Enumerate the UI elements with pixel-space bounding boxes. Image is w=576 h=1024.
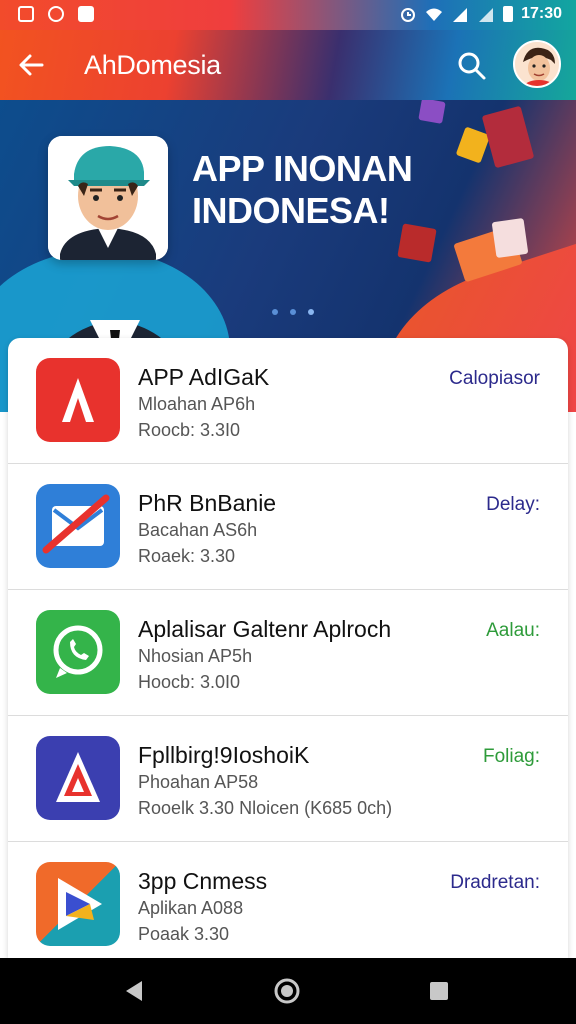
search-icon — [458, 52, 486, 80]
carousel-dot-active[interactable] — [308, 309, 314, 315]
carousel-dot[interactable] — [290, 309, 296, 315]
list-item[interactable]: Fpllbirg!9IoshoiK Phoahan AP58 Rooelk 3.… — [8, 716, 568, 842]
avatar-face-icon — [515, 42, 559, 86]
list-item[interactable]: APP AdIGaK Mloahan AP6h Roocb: 3.3I0 Cal… — [8, 338, 568, 464]
back-button[interactable] — [14, 47, 50, 83]
adobe-a-icon — [62, 378, 94, 422]
card-decoration — [491, 217, 529, 259]
wifi-icon — [426, 8, 443, 21]
app-version: Rooelk 3.30 Nloicen (K685 0ch) — [138, 798, 393, 818]
alarm-icon — [401, 8, 416, 22]
system-nav-bar — [0, 958, 576, 1024]
recents-square-icon — [430, 982, 448, 1000]
app-title: AhDomesia — [84, 50, 221, 80]
app-name: Fpllbirg!9IoshoiK — [138, 742, 310, 768]
notification-icons — [18, 6, 94, 22]
carousel-indicator[interactable] — [272, 309, 314, 315]
app-subtitle: Nhosian AP5h — [138, 646, 253, 666]
signal-icon — [479, 8, 494, 22]
app-list: APP AdIGaK Mloahan AP6h Roocb: 3.3I0 Cal… — [8, 338, 568, 958]
clock: 17:30 — [521, 5, 562, 22]
photo-icon — [18, 6, 34, 22]
status-bar: 17:30 — [0, 0, 576, 30]
video-icon — [78, 6, 94, 22]
list-item[interactable]: Aplalisar Galtenr Aplroch Nhosian AP5h H… — [8, 590, 568, 716]
banner-character-logo — [48, 136, 168, 260]
app-icon — [36, 484, 120, 568]
app-icon — [36, 358, 120, 442]
chat-icon — [48, 6, 64, 22]
list-item[interactable]: PhR BnBanie Bacahan AS6h Roaek: 3.30 Del… — [8, 464, 568, 590]
mail-icon — [42, 494, 110, 554]
a-logo-icon — [56, 752, 100, 802]
app-bar: AhDomesia — [0, 30, 576, 100]
app-version: Roocb: 3.3I0 — [138, 420, 241, 440]
app-subtitle: Bacahan AS6h — [138, 520, 258, 540]
banner-headline: APP INONAN INDONESA! — [192, 148, 413, 231]
nav-recents-button[interactable] — [424, 976, 454, 1006]
app-status[interactable]: Dradretan: — [450, 872, 540, 894]
app-status[interactable]: Foliag: — [483, 746, 540, 768]
app-subtitle: Aplikan A088 — [138, 898, 244, 918]
nav-home-button[interactable] — [272, 976, 302, 1006]
app-name: PhR BnBanie — [138, 490, 277, 516]
signal-icon — [453, 8, 468, 22]
carousel-dot[interactable] — [272, 309, 278, 315]
card-decoration — [397, 223, 437, 263]
app-subtitle: Phoahan AP58 — [138, 772, 259, 792]
list-item[interactable]: 3pp Cnmess Aplikan A088 Poaak 3.30 Dradr… — [8, 842, 568, 958]
play-store-icon — [58, 878, 102, 930]
home-circle-icon — [274, 978, 300, 1004]
app-version: Hoocb: 3.0I0 — [138, 672, 241, 692]
nav-back-button[interactable] — [120, 976, 150, 1006]
character-face-icon — [48, 136, 168, 260]
back-arrow-icon — [19, 54, 44, 76]
book-decoration — [481, 105, 535, 169]
system-icons: 17:30 — [399, 5, 562, 23]
app-name: Aplalisar Galtenr Aplroch — [138, 616, 392, 642]
app-icon — [36, 862, 120, 946]
whatsapp-icon — [53, 625, 103, 678]
battery-icon — [503, 6, 514, 22]
app-status[interactable]: Calopiasor — [449, 368, 540, 390]
app-icon — [36, 610, 120, 694]
app-status[interactable]: Aalau: — [486, 620, 540, 642]
app-subtitle: Mloahan AP6h — [138, 394, 256, 414]
app-name: 3pp Cnmess — [138, 868, 268, 894]
app-status[interactable]: Delay: — [486, 494, 540, 516]
search-button[interactable] — [454, 48, 490, 84]
app-icon — [36, 736, 120, 820]
app-version: Roaek: 3.30 — [138, 546, 236, 566]
back-triangle-icon — [126, 981, 142, 1001]
book-decoration — [418, 100, 446, 124]
app-version: Poaak 3.30 — [138, 924, 230, 944]
user-avatar[interactable] — [513, 40, 561, 88]
app-name: APP AdIGaK — [138, 364, 270, 390]
